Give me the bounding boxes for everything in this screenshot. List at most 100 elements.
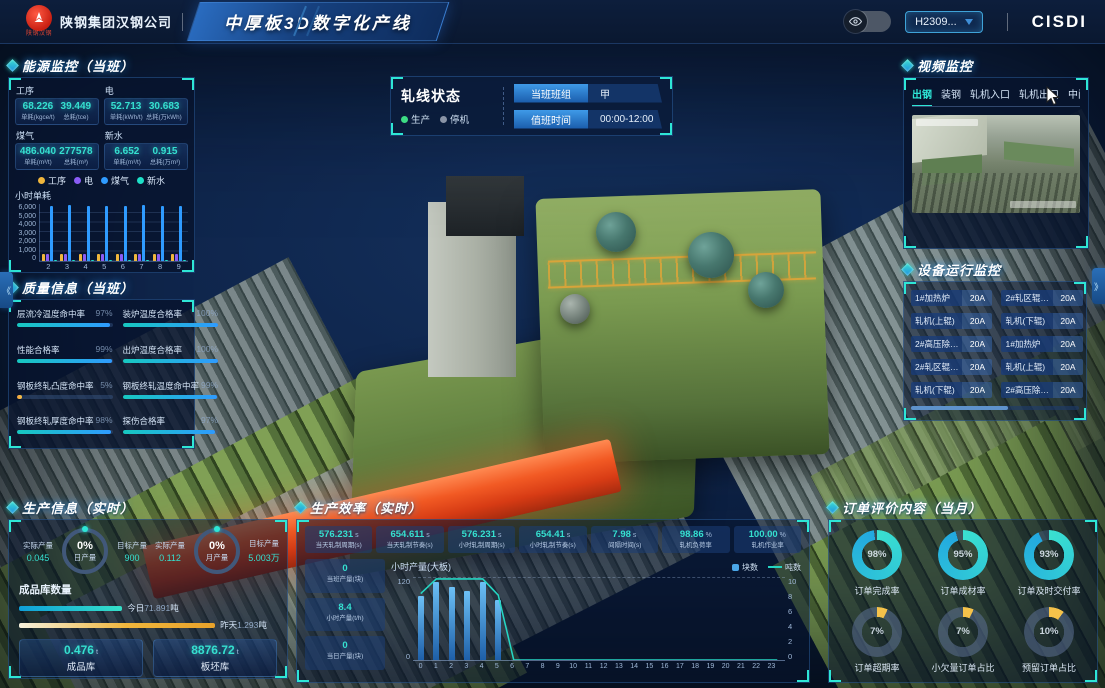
video-tab-中间冷[interactable]: 中间冷 — [1068, 86, 1080, 101]
heat-number-dropdown[interactable]: H2309... — [905, 11, 983, 33]
bar-group — [96, 204, 115, 261]
x-tick-label: 15 — [642, 663, 657, 670]
inventory-title: 成品库数量 — [19, 582, 277, 597]
x-tick-label: 18 — [688, 663, 703, 670]
bar — [157, 254, 160, 261]
efficiency-stat-card: 100.00 %轧机作业率 — [734, 526, 801, 553]
x-tick-label: 19 — [703, 663, 718, 670]
video-tab-轧机出口[interactable]: 轧机出口 — [1019, 86, 1059, 101]
dashboard: 陕钢汉钢 陕钢集团汉钢公司 中厚板3D数字化产线 H2309... CISDI — [0, 0, 1105, 688]
efficiency-side-card: 0当班产量(块) — [305, 559, 385, 593]
donut-holder: 98% — [852, 530, 902, 580]
panel-device-title: 设备运行监控 — [903, 260, 1087, 278]
energy-card-box: 52.713单耗(kWh/t)30.683总耗(万kWh) — [104, 98, 188, 125]
collapse-right-tab[interactable]: 》 — [1092, 268, 1105, 304]
quality-bar-fill — [123, 395, 218, 399]
device-item[interactable]: 轧机(上辊)20A — [911, 313, 992, 329]
device-item[interactable]: 2#轧区辊…20A — [1001, 290, 1082, 306]
shift-info-pill[interactable]: 值班时间00:00-12:00 — [514, 110, 662, 129]
quality-bar-fill — [123, 430, 216, 434]
panel-title-text: 质量信息（当班） — [22, 278, 134, 297]
legend-label: 电 — [84, 174, 93, 187]
quality-item: 探伤合格率97% — [123, 415, 219, 444]
stat-unit: s — [353, 532, 358, 539]
device-item[interactable]: 1#加热炉20A — [1001, 336, 1082, 352]
quality-item: 钢板终轧厚度命中率98% — [17, 415, 113, 444]
cctv-watermark-blur — [1010, 201, 1076, 208]
quality-item: 出炉温度合格率100% — [123, 344, 219, 373]
bar — [42, 254, 45, 261]
device-value: 20A — [1053, 313, 1083, 329]
energy-card-col: 68.226单耗(kgce/t) — [19, 101, 57, 122]
panel-title-text: 订单评价内容（当月） — [842, 498, 982, 517]
company-logo: 陕钢汉钢 — [26, 5, 52, 38]
quality-item-value: 100% — [196, 344, 218, 356]
visibility-toggle[interactable] — [845, 11, 891, 32]
video-tab-装钢[interactable]: 装钢 — [941, 86, 961, 101]
inventory-bar — [19, 623, 215, 628]
shift-info-pill[interactable]: 当班班组甲 — [514, 84, 662, 103]
quality-item-value: 99% — [201, 380, 218, 392]
panel-line-status: 轧线状态 生产停机 当班班组甲值班时间00:00-12:00 — [390, 76, 673, 136]
gauge-indicator-dot — [214, 526, 220, 532]
energy-value: 0.915 — [146, 146, 184, 157]
quality-item-head: 钢板终轧厚度命中率98% — [17, 415, 113, 427]
progress-gauge: 0%月产量 — [194, 528, 240, 574]
device-item[interactable]: 轧机(下辊)20A — [1001, 313, 1082, 329]
device-item[interactable]: 2#高压除…20A — [1001, 382, 1082, 398]
device-scrollbar-thumb[interactable] — [911, 406, 1008, 410]
y-tick-label: 0 — [788, 652, 792, 661]
pill-label: 值班时间 — [514, 110, 588, 129]
quality-item-value: 99% — [96, 344, 113, 356]
energy-card-box: 486.040单耗(m³/t)277578总耗(m³) — [15, 143, 99, 170]
panel-video-title: 视频监控 — [903, 56, 1089, 74]
inventory-bar-value: 71.891 — [144, 603, 170, 613]
quality-item-head: 装炉温度合格率100% — [123, 308, 219, 320]
energy-card-col: 0.915总耗(万m³) — [146, 146, 184, 167]
device-item[interactable]: 2#高压除…20A — [911, 336, 992, 352]
tonnage-line — [413, 577, 785, 660]
legend-dot — [137, 177, 144, 184]
y-tick-label: 6,000 — [18, 204, 36, 211]
donut-holder: 7% — [852, 607, 902, 657]
quality-bar-track — [123, 323, 219, 327]
hourly-output-chart: 小时产量(大板) 块数吨数 1200 1086420 0123456789101… — [391, 559, 801, 670]
quality-item: 钢板终轧温度命中率99% — [123, 380, 219, 409]
panel-orders-title: 订单评价内容（当月） — [828, 498, 1098, 516]
bar — [128, 260, 131, 261]
inventory-bar-unit: 吨 — [258, 620, 267, 630]
device-item[interactable]: 轧机(下辊)20A — [911, 382, 992, 398]
y-tick-label: 2,000 — [18, 238, 36, 245]
x-tick-label: 7 — [132, 262, 151, 271]
video-tab-轧机入口[interactable]: 轧机入口 — [970, 86, 1010, 101]
video-tab-出钢[interactable]: 出钢 — [912, 86, 932, 101]
bar — [138, 254, 141, 261]
bar-group — [77, 204, 96, 261]
device-item[interactable]: 2#轧区辊…20A — [911, 359, 992, 375]
diamond-icon — [294, 501, 307, 514]
bar — [68, 205, 71, 261]
device-label: 轧机(上辊) — [1001, 359, 1052, 375]
top-bar: 陕钢汉钢 陕钢集团汉钢公司 中厚板3D数字化产线 H2309... CISDI — [0, 0, 1105, 44]
device-item[interactable]: 1#加热炉20A — [911, 290, 992, 306]
bar — [72, 260, 75, 261]
panel-production-efficiency: 生产效率（实时） 576.231 s当天轧制周期(s)654.611 s当天轧制… — [296, 498, 810, 683]
device-label: 1#加热炉 — [1001, 336, 1052, 352]
inventory-box-label: 成品库 — [67, 659, 96, 673]
bar — [153, 254, 156, 261]
bar — [83, 254, 86, 261]
bar — [54, 260, 57, 261]
energy-unit-label: 单耗(kgce/t) — [21, 113, 55, 122]
energy-card-col: 52.713单耗(kWh/t) — [108, 101, 145, 122]
efficiency-stat-card: 7.98 s间隔时间(s) — [591, 526, 658, 553]
page-title: 中厚板3D数字化产线 — [224, 9, 412, 34]
order-donut: 93%订单及时交付率 — [1009, 530, 1089, 597]
device-item[interactable]: 轧机(上辊)20A — [1001, 359, 1082, 375]
quality-item-head: 层流冷温度命中率97% — [17, 308, 113, 320]
target-output-label: 目标产量 — [245, 538, 283, 549]
diamond-icon — [826, 501, 839, 514]
energy-unit-label: 单耗(m³/t) — [110, 158, 144, 167]
cctv-frame[interactable] — [912, 115, 1080, 213]
collapse-left-tab[interactable]: 《 — [0, 272, 13, 308]
panel-quality-title: 质量信息（当班） — [8, 278, 195, 296]
